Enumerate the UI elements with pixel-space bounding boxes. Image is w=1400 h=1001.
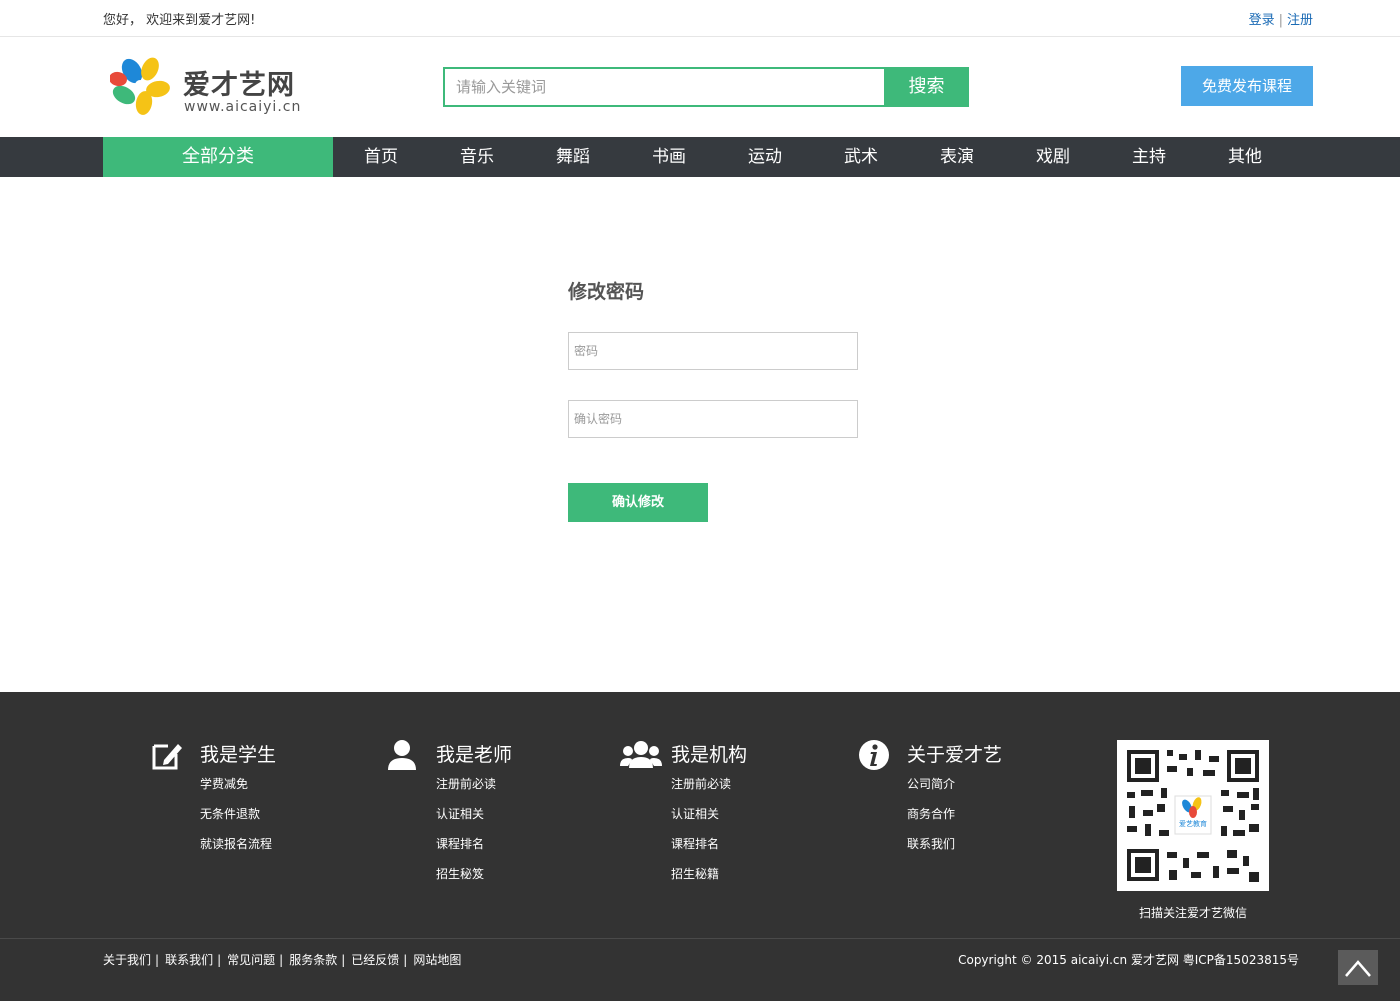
nav-items: 首页 音乐 舞蹈 书画 运动 武术 表演 戏剧 主持 其他 [333,137,1293,177]
logo-flower-icon [110,57,170,115]
publish-course-button[interactable]: 免费发布课程 [1181,66,1313,106]
nav-item-home[interactable]: 首页 [333,137,429,177]
user-icon [388,740,416,770]
sitemap-link[interactable]: 网站地图 [413,953,461,967]
footer-link[interactable]: 注册前必读 [671,776,731,806]
footer-link[interactable]: 认证相关 [436,806,496,836]
footer-link[interactable]: 注册前必读 [436,776,496,806]
footer-column-title: 我是老师 [436,744,513,766]
confirm-change-button[interactable]: 确认修改 [568,483,708,522]
nav-item-painting[interactable]: 书画 [621,137,717,177]
welcome-text: 您好， 欢迎来到爱才艺网! [103,13,256,28]
edit-icon [152,744,182,770]
search-input[interactable] [443,67,885,107]
group-icon [620,741,662,768]
footer-link[interactable]: 招生秘笈 [436,866,496,896]
back-to-top-button[interactable] [1338,950,1378,985]
logo-url: www.aicaiyi.cn [184,99,302,115]
footer-link[interactable]: 学费减免 [200,776,272,806]
footer-link[interactable]: 课程排名 [436,836,496,866]
search-bar: 搜索 [443,67,969,107]
header: 爱才艺网 www.aicaiyi.cn 搜索 免费发布课程 [0,37,1400,137]
about-us-link[interactable]: 关于我们 [103,953,151,967]
nav-item-drama[interactable]: 戏剧 [1005,137,1101,177]
faq-link[interactable]: 常见问题 [227,953,275,967]
change-password-panel: 修改密码 确认修改 [0,177,1400,692]
login-link[interactable]: 登录 [1249,13,1275,28]
footer-link-list: 公司简介 商务合作 联系我们 [907,776,955,866]
nav-item-sports[interactable]: 运动 [717,137,813,177]
register-link[interactable]: 注册 [1287,13,1313,28]
nav-item-martial-arts[interactable]: 武术 [813,137,909,177]
main-nav: 全部分类 首页 音乐 舞蹈 书画 运动 武术 表演 戏剧 主持 其他 [0,137,1400,177]
nav-item-other[interactable]: 其他 [1197,137,1293,177]
footer-bottom-bar: 关于我们 | 联系我们 | 常见问题 | 服务条款 | 已经反馈 | 网站地图 Copyright … [0,938,1400,1001]
footer-link[interactable]: 商务合作 [907,806,955,836]
qr-caption: 扫描关注爱才艺微信 [1138,906,1247,920]
footer-link[interactable]: 招生秘籍 [671,866,731,896]
footer-link-list: 注册前必读 认证相关 课程排名 招生秘籍 [671,776,731,896]
auth-links: 登录 | 注册 [1249,9,1313,28]
footer-bottom-links: 关于我们 | 联系我们 | 常见问题 | 服务条款 | 已经反馈 | 网站地图 [103,951,461,968]
footer-link[interactable]: 公司简介 [907,776,955,806]
wechat-qr-code: 爱艺教育 [1117,740,1269,891]
footer-link-list: 注册前必读 认证相关 课程排名 招生秘笈 [436,776,496,896]
copyright-text: Copyright © 2015 aicaiyi.cn 爱才艺网 粤ICP备15… [958,953,1299,967]
chevron-up-icon [1345,960,1371,977]
nav-item-music[interactable]: 音乐 [429,137,525,177]
footer: 我是学生 学费减免 无条件退款 就读报名流程 我是老师 注册前必读 认证相关 课… [0,692,1400,1001]
footer-link[interactable]: 就读报名流程 [200,836,272,866]
link-separator: | [155,953,160,967]
footer-link[interactable]: 课程排名 [671,836,731,866]
footer-column-title: 我是机构 [671,744,748,766]
nav-item-performance[interactable]: 表演 [909,137,1005,177]
footer-link[interactable]: 联系我们 [907,836,955,866]
site-logo[interactable]: 爱才艺网 www.aicaiyi.cn [110,55,310,115]
feedback-link[interactable]: 已经反馈 [351,953,399,967]
top-bar: 您好， 欢迎来到爱才艺网! 登录 | 注册 [0,0,1400,37]
footer-column-title: 关于爱才艺 [907,744,1003,766]
footer-link[interactable]: 认证相关 [671,806,731,836]
link-separator: | [341,953,346,967]
footer-link[interactable]: 无条件退款 [200,806,272,836]
link-separator: | [217,953,222,967]
search-button[interactable]: 搜索 [884,67,969,107]
contact-us-link[interactable]: 联系我们 [165,953,213,967]
terms-link[interactable]: 服务条款 [289,953,337,967]
logo-name: 爱才艺网 [183,70,295,101]
password-input[interactable] [568,332,858,370]
link-separator: | [403,953,408,967]
qr-center-text: 爱艺教育 [1179,819,1207,828]
footer-link-list: 学费减免 无条件退款 就读报名流程 [200,776,272,866]
auth-separator: | [1278,13,1283,28]
info-icon [859,740,889,770]
confirm-password-input[interactable] [568,400,858,438]
link-separator: | [279,953,284,967]
nav-item-hosting[interactable]: 主持 [1101,137,1197,177]
footer-column-title: 我是学生 [200,744,277,766]
page-title: 修改密码 [568,281,645,303]
all-categories-button[interactable]: 全部分类 [103,137,333,177]
nav-item-dance[interactable]: 舞蹈 [525,137,621,177]
